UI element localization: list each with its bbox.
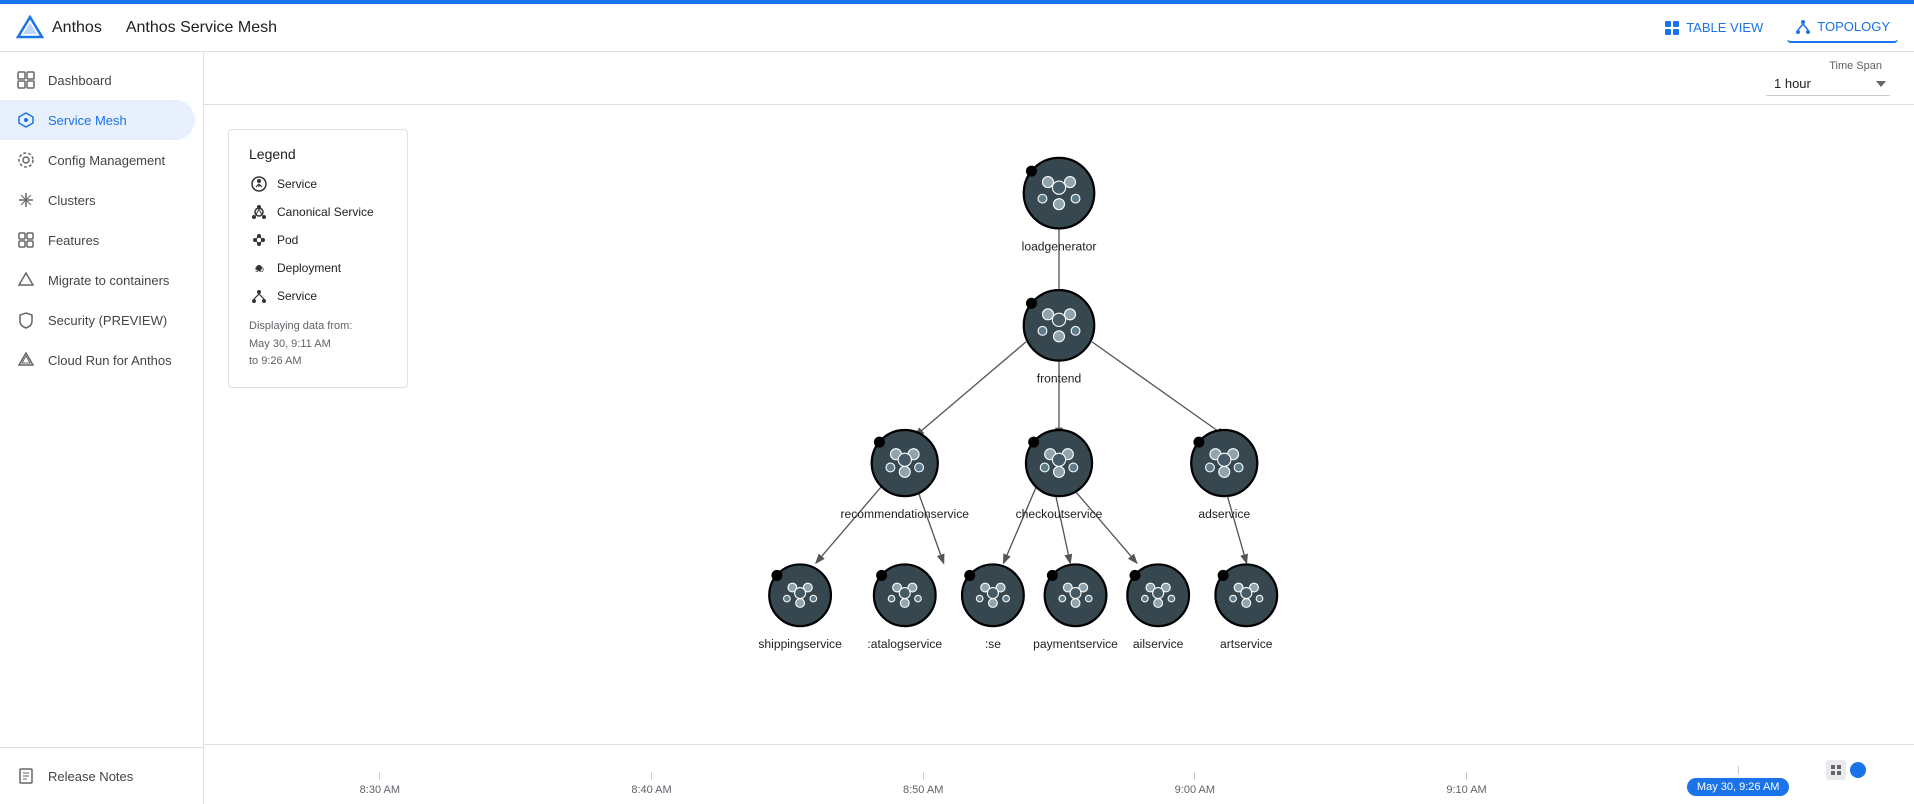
legend-deployment-icon: 9D — [249, 258, 269, 278]
legend-item-service2: Service — [249, 286, 387, 306]
sidebar-item-config-management[interactable]: Config Management — [0, 140, 195, 180]
svg-text:ailservice: ailservice — [1133, 637, 1184, 651]
time-span-select[interactable]: 1 hour Last 5 minutes Last 15 minutes 6 … — [1766, 72, 1890, 96]
legend-item-pod: Pod — [249, 230, 387, 250]
toolbar: Time Span 1 hour Last 5 minutes Last 15 … — [204, 52, 1914, 105]
node-artservice[interactable]: artservice — [1215, 564, 1277, 651]
sidebar-item-clusters[interactable]: Clusters — [0, 180, 195, 220]
node-catalogservice[interactable]: :atalogservice — [867, 564, 942, 651]
dashboard-icon — [16, 70, 36, 90]
sidebar-item-migrate[interactable]: Migrate to containers — [0, 260, 195, 300]
node-loadgenerator[interactable]: loadgenerator — [1022, 158, 1097, 254]
topology-label: TOPOLOGY — [1817, 19, 1890, 34]
legend-service-icon — [249, 174, 269, 194]
sidebar-item-label: Dashboard — [48, 73, 112, 88]
sidebar-item-label: Clusters — [48, 193, 96, 208]
svg-text:artservice: artservice — [1220, 637, 1273, 651]
legend-title: Legend — [249, 146, 387, 162]
svg-text:frontend: frontend — [1037, 372, 1081, 386]
canvas-area: Legend Service — [204, 105, 1914, 744]
release-notes-icon — [16, 766, 36, 786]
service-mesh-icon — [16, 110, 36, 130]
node-emailservice[interactable]: ailservice — [1127, 564, 1189, 651]
sidebar-item-release-notes[interactable]: Release Notes — [0, 756, 195, 796]
legend-service2-icon — [249, 286, 269, 306]
sidebar-item-service-mesh[interactable]: Service Mesh — [0, 100, 195, 140]
legend-item-canonical: Canonical Service — [249, 202, 387, 222]
topology-icon — [1795, 19, 1811, 35]
legend-item-deployment: 9D Deployment — [249, 258, 387, 278]
node-shippingservice[interactable]: shippingservice — [758, 564, 842, 651]
sidebar-item-label: Migrate to containers — [48, 273, 169, 288]
anthos-logo-icon — [16, 14, 44, 42]
sidebar-item-label: Release Notes — [48, 769, 133, 784]
sidebar-item-label: Features — [48, 233, 99, 248]
sidebar-item-label: Service Mesh — [48, 113, 127, 128]
features-icon — [16, 230, 36, 250]
legend-canonical-label: Canonical Service — [277, 205, 374, 219]
timeline: 8:30 AM 8:40 AM 8:50 AM 9:00 AM 9:10 AM … — [204, 744, 1914, 804]
table-view-button[interactable]: TABLE VIEW — [1656, 14, 1771, 42]
node-searchservice[interactable]: :se — [962, 564, 1024, 651]
legend-pod-label: Pod — [277, 233, 298, 247]
legend-date: Displaying data from: May 30, 9:11 AM to… — [249, 318, 387, 371]
node-frontend[interactable]: frontend — [1024, 290, 1095, 386]
topology-button[interactable]: TOPOLOGY — [1787, 13, 1898, 43]
node-adservice[interactable]: adservice — [1191, 430, 1257, 521]
tick-0: 8:30 AM — [244, 772, 516, 796]
sidebar-item-cloud-run[interactable]: Cloud Run for Anthos — [0, 340, 195, 380]
timeline-grid-button[interactable] — [1826, 760, 1846, 780]
svg-text:paymentservice: paymentservice — [1033, 637, 1118, 651]
page-title: Anthos Service Mesh — [126, 19, 277, 37]
svg-text:adservice: adservice — [1198, 507, 1250, 521]
tick-2: 8:50 AM — [787, 772, 1059, 796]
svg-text::atalogservice: :atalogservice — [867, 637, 942, 651]
sidebar: Dashboard Service Mesh Config Management — [0, 52, 204, 804]
config-management-icon — [16, 150, 36, 170]
legend-item-service: Service — [249, 174, 387, 194]
tick-4: 9:10 AM — [1331, 772, 1603, 796]
node-recommendationservice[interactable]: recommendationservice — [840, 430, 969, 521]
topbar-brand: Anthos — [16, 14, 102, 42]
node-paymentservice[interactable]: paymentservice — [1033, 564, 1118, 651]
svg-text:9D: 9D — [255, 267, 264, 274]
node-checkoutservice[interactable]: checkoutservice — [1016, 430, 1103, 521]
tick-1: 8:40 AM — [516, 772, 788, 796]
svg-text:checkoutservice: checkoutservice — [1016, 507, 1103, 521]
legend-service2-label: Service — [277, 289, 317, 303]
table-view-icon — [1664, 20, 1680, 36]
legend-service-label: Service — [277, 177, 317, 191]
clusters-icon — [16, 190, 36, 210]
svg-text:loadgenerator: loadgenerator — [1022, 239, 1097, 253]
sidebar-item-label: Cloud Run for Anthos — [48, 353, 172, 368]
topbar-actions: TABLE VIEW TOPOLOGY — [1656, 13, 1898, 43]
sidebar-item-label: Security (PREVIEW) — [48, 313, 167, 328]
topbar: Anthos Anthos Service Mesh TABLE VIEW TO… — [0, 4, 1914, 52]
topology-graph[interactable]: loadgenerator frontend — [204, 105, 1914, 744]
cloud-run-icon — [16, 350, 36, 370]
sidebar-item-dashboard[interactable]: Dashboard — [0, 60, 195, 100]
legend-deployment-label: Deployment — [277, 261, 341, 275]
svg-text:recommendationservice: recommendationservice — [840, 507, 969, 521]
migrate-icon — [16, 270, 36, 290]
legend-panel: Legend Service — [228, 129, 408, 388]
main-content: Time Span 1 hour Last 5 minutes Last 15 … — [204, 52, 1914, 804]
timeline-dot-marker[interactable] — [1850, 762, 1866, 778]
time-span-label: Time Span — [1829, 60, 1882, 72]
table-view-label: TABLE VIEW — [1686, 20, 1763, 35]
sidebar-item-features[interactable]: Features — [0, 220, 195, 260]
security-icon — [16, 310, 36, 330]
sidebar-item-security[interactable]: Security (PREVIEW) — [0, 300, 195, 340]
sidebar-item-label: Config Management — [48, 153, 165, 168]
timeline-ticks: 8:30 AM 8:40 AM 8:50 AM 9:00 AM 9:10 AM … — [204, 756, 1914, 796]
current-time-badge: May 30, 9:26 AM — [1687, 778, 1790, 796]
legend-canonical-icon — [249, 202, 269, 222]
tick-3: 9:00 AM — [1059, 772, 1331, 796]
brand-label: Anthos — [52, 19, 102, 37]
svg-text:shippingservice: shippingservice — [758, 637, 842, 651]
legend-pod-icon — [249, 230, 269, 250]
svg-text::se: :se — [985, 637, 1001, 651]
